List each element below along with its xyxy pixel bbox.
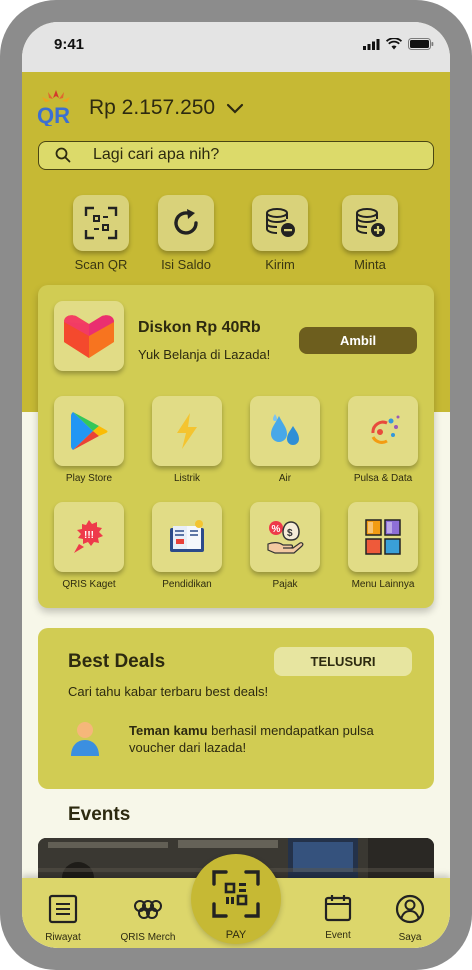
refresh-icon xyxy=(174,209,198,235)
lightning-icon xyxy=(177,413,197,449)
device-frame: 9:41 QR Rp 2.157.250 Lagi cari apa nih? … xyxy=(0,0,472,970)
scan-qr-button[interactable] xyxy=(73,195,129,251)
service-label: Pendidikan xyxy=(162,579,212,590)
best-deals-card: Best Deals TELUSURI Cari tahu kabar terb… xyxy=(38,628,434,789)
menu-lainnya-button[interactable] xyxy=(348,502,418,572)
balance-amount: Rp 2.157.250 xyxy=(89,96,216,119)
svg-text:$: $ xyxy=(287,528,293,539)
lazada-heart-icon xyxy=(64,315,114,358)
service-pulsa-data[interactable]: Pulsa & Data xyxy=(335,396,431,484)
service-label: Menu Lainnya xyxy=(351,579,415,590)
pay-label: PAY xyxy=(225,929,247,941)
megaphone-icon: !!! xyxy=(74,520,103,553)
pajak-button[interactable]: % $ xyxy=(250,502,320,572)
pay-button[interactable]: PAY xyxy=(191,854,281,944)
ambil-button[interactable]: Ambil xyxy=(299,327,417,354)
service-label: Pulsa & Data xyxy=(353,473,413,484)
services-card: Diskon Rp 40Rb Yuk Belanja di Lazada! Am… xyxy=(38,285,434,608)
service-label: Play Store xyxy=(65,473,113,484)
svg-text:!!!: !!! xyxy=(84,530,94,541)
best-deals-title: Best Deals xyxy=(68,651,166,672)
battery-icon xyxy=(408,38,434,50)
wifi-icon xyxy=(386,38,402,50)
service-pajak[interactable]: % $ Pajak xyxy=(237,502,333,590)
user-profile-icon xyxy=(395,894,425,924)
service-air[interactable]: Air xyxy=(237,396,333,484)
best-deals-subtitle: Cari tahu kabar terbaru best deals! xyxy=(68,684,269,699)
tab-qris-merch[interactable]: QRIS Merch xyxy=(113,894,183,943)
quick-action-label: Kirim xyxy=(265,257,295,272)
pendidikan-button[interactable] xyxy=(152,502,222,572)
service-label: Listrik xyxy=(173,473,201,484)
merch-rings-icon xyxy=(134,900,162,919)
service-qris-kaget[interactable]: !!! QRIS Kaget xyxy=(41,502,137,590)
qris-kaget-button[interactable]: !!! xyxy=(54,502,124,572)
listrik-button[interactable] xyxy=(152,396,222,466)
phone-screen: 9:41 QR Rp 2.157.250 Lagi cari apa nih? … xyxy=(22,22,450,948)
events-title: Events xyxy=(68,804,131,825)
tab-label: Event xyxy=(325,930,351,941)
search-bar[interactable]: Lagi cari apa nih? xyxy=(38,141,434,170)
tab-saya[interactable]: Saya xyxy=(375,894,445,943)
service-label: Pajak xyxy=(272,579,298,590)
water-drops-icon xyxy=(271,414,299,445)
pulsa-data-button[interactable] xyxy=(348,396,418,466)
calendar-icon xyxy=(324,895,352,922)
quick-action-label: Scan QR xyxy=(74,257,128,272)
service-label: QRIS Kaget xyxy=(62,579,116,590)
signal-icon xyxy=(371,415,400,444)
tab-riwayat[interactable]: Riwayat xyxy=(28,894,98,943)
service-pendidikan[interactable]: Pendidikan xyxy=(139,502,235,590)
promo-subtitle: Yuk Belanja di Lazada! xyxy=(138,347,271,362)
tab-event[interactable]: Event xyxy=(303,894,373,941)
qris-logo-icon: QR xyxy=(37,90,70,126)
grid-icon xyxy=(365,519,401,555)
isi-saldo-button[interactable] xyxy=(158,195,214,251)
book-icon xyxy=(170,520,204,552)
quick-action-scan-qr[interactable]: Scan QR xyxy=(61,195,141,272)
status-time: 9:41 xyxy=(54,36,85,53)
play-store-button[interactable] xyxy=(54,396,124,466)
chevron-down-icon[interactable] xyxy=(224,98,246,120)
coins-minus-icon xyxy=(266,208,295,237)
svg-text:%: % xyxy=(272,524,281,535)
service-play-store[interactable]: Play Store xyxy=(41,396,137,484)
coins-plus-icon xyxy=(356,208,385,237)
cellular-signal-icon xyxy=(363,38,380,50)
quick-action-label: Minta xyxy=(354,257,386,272)
status-icons xyxy=(363,38,434,50)
promo-title: Diskon Rp 40Rb xyxy=(138,319,261,336)
quick-action-isi-saldo[interactable]: Isi Saldo xyxy=(146,195,226,272)
search-placeholder: Lagi cari apa nih? xyxy=(93,146,220,163)
service-listrik[interactable]: Listrik xyxy=(139,396,235,484)
minta-button[interactable] xyxy=(342,195,398,251)
lazada-promo-image[interactable] xyxy=(54,301,124,371)
tab-label: QRIS Merch xyxy=(120,932,176,943)
service-menu-lainnya[interactable]: Menu Lainnya xyxy=(335,502,431,590)
scan-icon xyxy=(84,206,118,240)
svg-text:QR: QR xyxy=(37,103,70,126)
quick-action-label: Isi Saldo xyxy=(161,257,211,272)
qr-scan-icon xyxy=(212,870,260,918)
receipt-icon xyxy=(48,894,78,924)
tax-hand-icon: % $ xyxy=(267,521,304,554)
air-button[interactable] xyxy=(250,396,320,466)
quick-action-minta[interactable]: Minta xyxy=(330,195,410,272)
telusuri-button[interactable]: TELUSURI xyxy=(274,647,412,676)
tab-label: Saya xyxy=(398,932,422,943)
best-deals-message: Teman kamu berhasil mendapatkan pulsa vo… xyxy=(129,722,409,756)
search-icon xyxy=(55,147,71,163)
kirim-button[interactable] xyxy=(252,195,308,251)
status-bar: 9:41 xyxy=(22,22,450,72)
play-store-icon xyxy=(71,412,108,450)
quick-action-kirim[interactable]: Kirim xyxy=(240,195,320,272)
tab-label: Riwayat xyxy=(45,932,81,943)
service-label: Air xyxy=(278,473,292,484)
message-highlight: Teman kamu xyxy=(129,723,208,738)
person-icon xyxy=(71,722,99,756)
